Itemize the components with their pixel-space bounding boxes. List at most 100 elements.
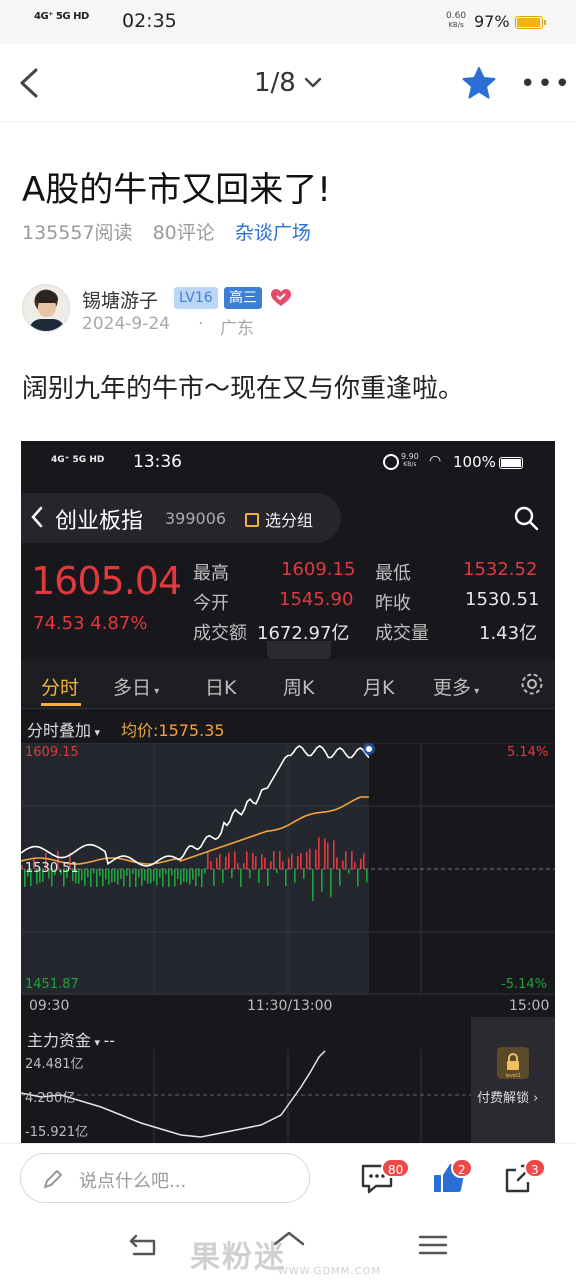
read-count: 135557阅读: [22, 222, 133, 244]
low-value: 1532.52: [463, 559, 538, 580]
fund-flow-label: 主力资金: [27, 1031, 92, 1050]
checkbox-icon: [245, 513, 259, 527]
status-time: 02:35: [122, 10, 177, 32]
index-price: 1605.04: [31, 559, 182, 603]
index-change: 74.53 4.87%: [33, 613, 148, 634]
prev-close-value: 1530.51: [465, 589, 540, 610]
like-count-badge: 2: [451, 1158, 473, 1178]
chart-high-pct: 5.14%: [507, 745, 549, 760]
active-tab-indicator: [41, 703, 81, 706]
overlay-label: 分时叠加: [27, 721, 92, 740]
lock-icon: level2: [497, 1047, 529, 1079]
turnover-label: 成交额: [193, 623, 247, 644]
open-value: 1545.90: [279, 589, 354, 610]
chart-prev-close-label: 1530.51: [25, 861, 79, 876]
gear-icon: [521, 673, 543, 695]
tab-monthly-k: 月K: [363, 677, 395, 699]
image-search-icon: [514, 506, 539, 531]
high-label: 最高: [193, 563, 229, 584]
fund-y2: 4.280亿: [25, 1091, 76, 1106]
intraday-chart: [21, 743, 555, 995]
page-indicator[interactable]: 1/8: [254, 68, 296, 98]
wifi-icon: ◠: [429, 453, 442, 469]
level2-lock-panel: [471, 1017, 555, 1143]
favorite-star-icon[interactable]: [462, 66, 496, 100]
tab-more-label: 更多: [433, 677, 472, 699]
tab-more: 更多 ▾: [433, 677, 480, 699]
nav-bar: 1/8 •••: [0, 44, 576, 122]
pen-icon: [44, 1170, 62, 1188]
chart-high-label: 1609.15: [25, 745, 79, 760]
back-arrow-icon[interactable]: [16, 66, 46, 100]
watermark-logo: 果粉迷: [190, 1240, 286, 1275]
avg-price: 均价:1575.35: [121, 721, 225, 740]
open-label: 今开: [193, 593, 229, 614]
image-net-speed-unit: KB/s: [403, 461, 417, 468]
tab-multi-day: 多日 ▾: [113, 677, 160, 699]
image-network-indicator: 4G⁺ 5G HD: [51, 455, 105, 465]
net-speed-value: 0.60: [446, 11, 467, 21]
system-back-icon[interactable]: [128, 1232, 158, 1258]
alarm-icon: [383, 454, 399, 470]
select-group-label: 选分组: [265, 511, 314, 530]
category-link[interactable]: 杂谈广场: [235, 222, 311, 244]
fund-flow-selector: 主力资金 ▾ --: [27, 1031, 116, 1050]
heart-badge-icon: [271, 289, 291, 306]
comment-placeholder: 说点什么吧...: [79, 1171, 187, 1192]
article-body: 阔别九年的牛市～现在又与你重逢啦。: [22, 374, 465, 404]
volume-value: 1.43亿: [479, 623, 538, 644]
tab-weekly-k: 周K: [283, 677, 315, 699]
level-badge: LV16: [174, 287, 218, 309]
author-name[interactable]: 锡塘游子: [82, 286, 158, 313]
more-options-icon[interactable]: •••: [520, 71, 572, 97]
fund-y1: 24.481亿: [25, 1057, 84, 1072]
meta-separator: ·: [198, 314, 204, 334]
tab-multi-day-label: 多日: [113, 677, 152, 699]
grade-badge: 高三: [224, 287, 262, 309]
fund-y3: -15.921亿: [25, 1125, 89, 1140]
network-indicator: 4G⁺ 5G HD: [34, 11, 89, 22]
high-value: 1609.15: [281, 559, 356, 580]
paid-unlock-label: 付费解锁 ›: [477, 1091, 539, 1106]
image-back-icon: [31, 506, 43, 528]
net-speed: 0.60 KB/s: [446, 12, 466, 30]
time-mid: 11:30/13:00: [247, 998, 333, 1014]
index-name: 创业板指: [55, 509, 144, 534]
article-meta: 135557阅读 80评论 杂谈广场: [22, 218, 325, 245]
chevron-down-icon[interactable]: [304, 76, 322, 90]
image-net-speed: 9.90 KB/s: [401, 453, 419, 469]
image-net-speed-value: 9.90: [401, 452, 419, 461]
article-image[interactable]: 4G⁺ 5G HD 13:36 9.90 KB/s ◠ 100% 创业板指 39…: [21, 441, 555, 1143]
comment-count: 80评论: [152, 222, 215, 244]
article-title: A股的牛市又回来了!: [22, 170, 331, 210]
image-status-time: 13:36: [133, 452, 182, 472]
select-group: 选分组: [245, 507, 313, 531]
battery-icon: [515, 16, 546, 29]
volume-label: 成交量: [375, 623, 429, 644]
comment-input[interactable]: 说点什么吧...: [20, 1153, 310, 1203]
image-battery-icon: [499, 457, 523, 469]
share-count-badge: 3: [524, 1158, 546, 1178]
author-avatar[interactable]: [22, 284, 70, 332]
watermark-url: WWW.GDMM.COM: [278, 1266, 382, 1277]
status-bar: 4G⁺ 5G HD 02:35 0.60 KB/s 97%: [0, 0, 576, 44]
system-menu-icon[interactable]: [418, 1234, 448, 1256]
level2-tag: level2: [505, 1073, 520, 1079]
index-code: 399006: [165, 509, 227, 528]
fund-flow-value: --: [103, 1031, 116, 1050]
comment-count-badge: 80: [381, 1158, 411, 1178]
chart-low-label: 1451.87: [25, 977, 79, 992]
post-location: 广东: [220, 319, 254, 339]
tab-daily-k: 日K: [205, 677, 237, 699]
post-date: 2024-9-24: [82, 314, 170, 334]
battery-percent: 97%: [474, 12, 510, 31]
time-start: 09:30: [29, 998, 70, 1014]
image-battery-percent: 100%: [453, 453, 496, 471]
expand-handle: [267, 641, 331, 659]
prev-close-label: 昨收: [375, 593, 411, 614]
net-speed-unit: KB/s: [448, 21, 464, 29]
chart-low-pct: -5.14%: [501, 977, 547, 992]
time-end: 15:00: [509, 998, 550, 1014]
paid-unlock-text: 付费解锁: [477, 1091, 530, 1106]
overlay-selector: 分时叠加 ▾: [27, 721, 101, 740]
